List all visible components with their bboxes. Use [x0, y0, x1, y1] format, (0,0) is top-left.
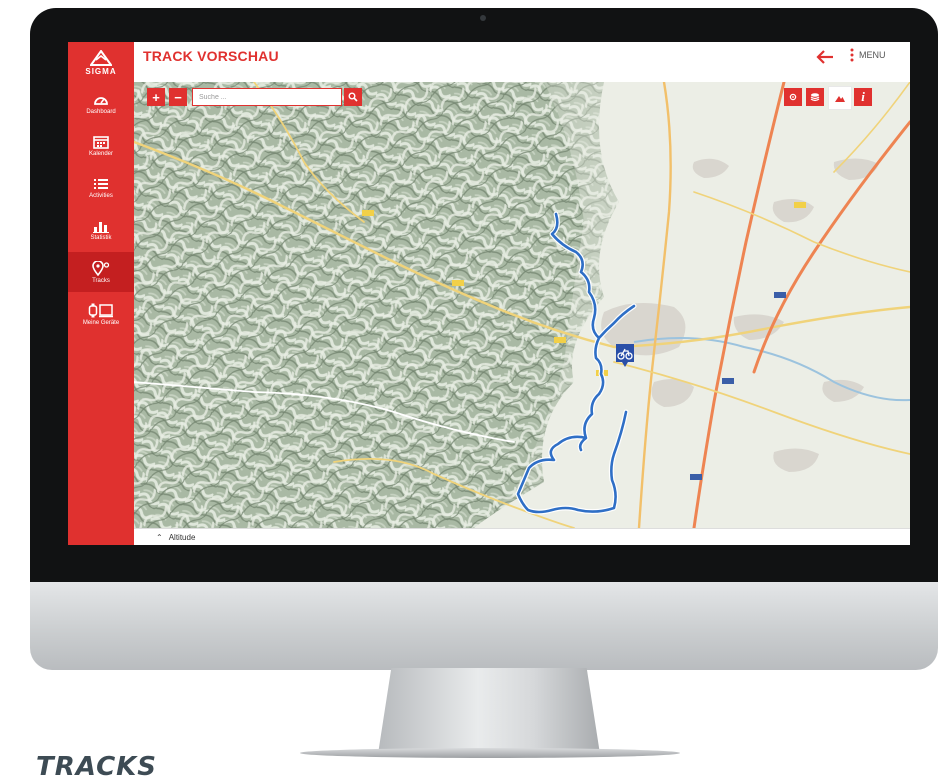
sidebar-item-activities[interactable]: Activities [68, 168, 134, 208]
top-bar: TRACK VORSCHAU MENU [134, 42, 910, 82]
vertical-dots-icon [850, 48, 854, 62]
search-input[interactable] [192, 88, 342, 106]
locate-button[interactable] [784, 88, 802, 106]
sidebar-item-label: Dashboard [86, 109, 116, 115]
list-icon [94, 179, 108, 189]
sidebar-item-label: Activities [89, 193, 113, 199]
terrain-button[interactable] [828, 86, 852, 110]
back-button[interactable] [816, 50, 834, 64]
monitor-stand-base [300, 748, 680, 758]
search-button[interactable] [344, 88, 362, 106]
sidebar: SIGMA Dashboard Kalender Activities Stat… [68, 42, 134, 545]
monitor-chin [30, 582, 938, 670]
arrow-left-icon [816, 50, 833, 64]
sidebar-item-kalender[interactable]: Kalender [68, 126, 134, 166]
sidebar-item-label: Tracks [92, 277, 110, 284]
info-icon: i [861, 89, 865, 104]
search-icon [348, 92, 358, 102]
caption-title: TRACKS [36, 752, 158, 782]
brand-name: SIGMA [85, 67, 117, 76]
menu-button[interactable]: MENU [850, 48, 886, 62]
layers-icon [810, 93, 820, 102]
monitor-camera [480, 15, 486, 21]
page-title: TRACK VORSCHAU [143, 48, 279, 64]
devices-icon [88, 303, 113, 317]
menu-label: MENU [859, 50, 886, 60]
layers-button[interactable] [806, 88, 824, 106]
sidebar-item-label: Meine Geräte [82, 319, 120, 326]
track-pin-icon [92, 260, 110, 276]
speedometer-icon [94, 97, 108, 105]
altitude-panel: ⌃ Altitude [134, 528, 910, 545]
sidebar-item-dashboard[interactable]: Dashboard [68, 84, 134, 124]
calendar-icon [93, 136, 109, 149]
sigma-mountain-icon [90, 50, 112, 66]
altitude-toggle[interactable]: ⌃ Altitude [156, 533, 195, 542]
altitude-label: Altitude [168, 533, 196, 542]
sidebar-item-label: Kalender [88, 151, 114, 157]
sidebar-item-label: Statistik [90, 235, 112, 241]
zoom-out-button[interactable]: − [169, 88, 187, 106]
info-button[interactable]: i [854, 88, 872, 106]
sidebar-item-statistik[interactable]: Statistik [68, 210, 134, 250]
terrain-icon [835, 96, 845, 102]
bar-chart-icon [93, 222, 109, 233]
map-canvas[interactable] [134, 82, 910, 528]
map-view[interactable]: + − i [134, 82, 910, 528]
zoom-in-button[interactable]: + [147, 88, 165, 106]
chevron-up-icon: ⌃ [156, 533, 163, 542]
monitor-stand [378, 668, 600, 754]
app-screen: SIGMA Dashboard Kalender Activities Stat… [68, 42, 910, 545]
sigma-logo[interactable]: SIGMA [68, 42, 134, 84]
sidebar-item-meine-geraete[interactable]: Meine Geräte [68, 294, 134, 334]
sidebar-item-tracks[interactable]: Tracks [68, 252, 134, 292]
locate-icon [789, 93, 797, 101]
